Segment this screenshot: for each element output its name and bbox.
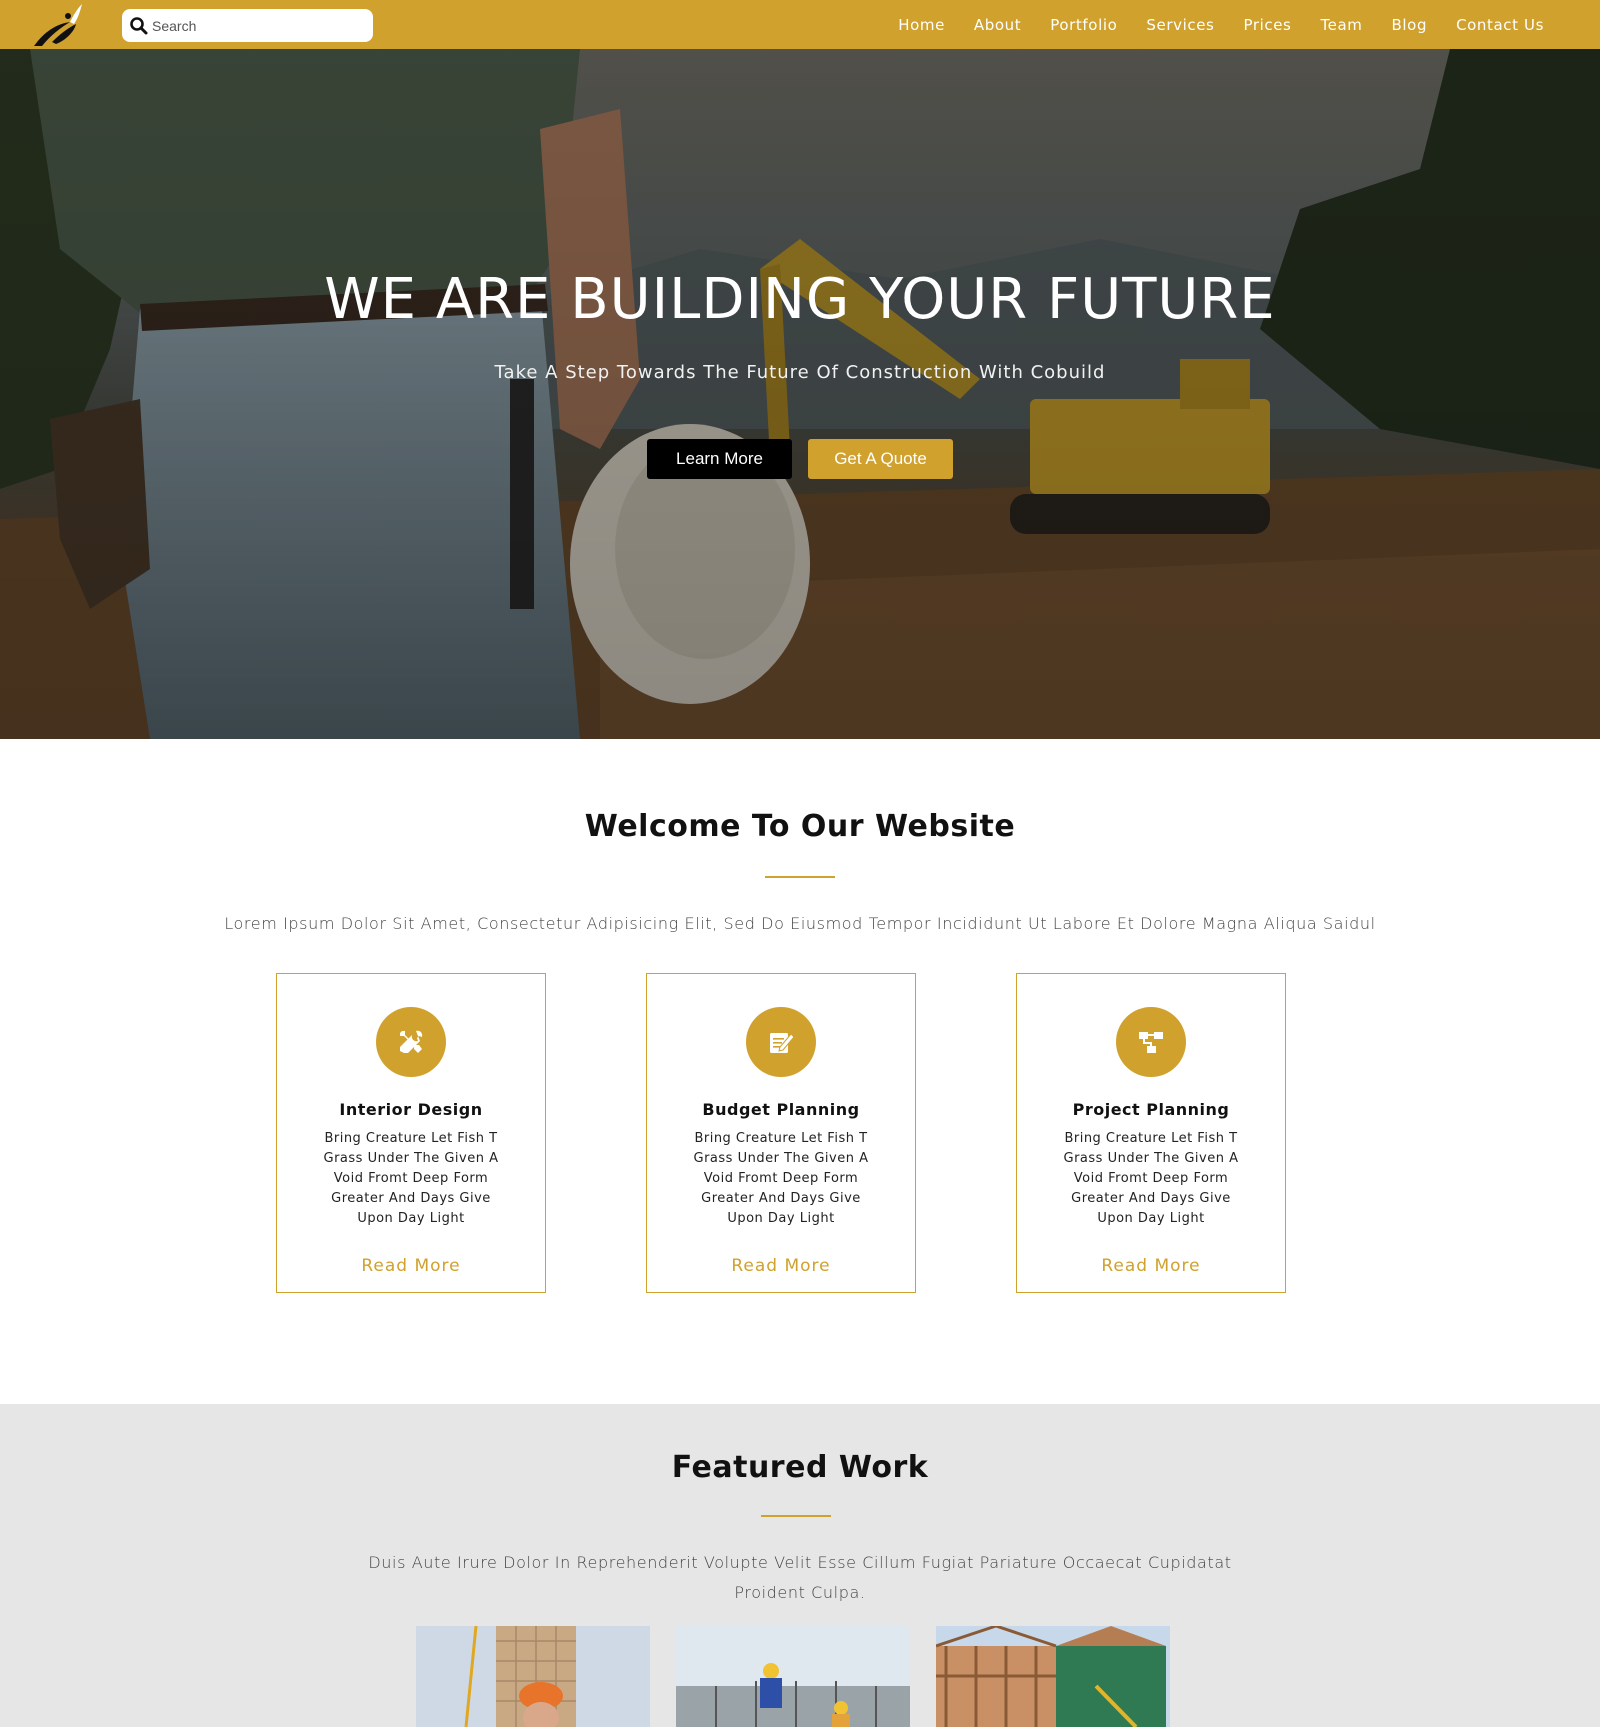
card-title: Budget Planning bbox=[702, 1100, 860, 1119]
welcome-text: Lorem Ipsum Dolor Sit Amet, Consectetur … bbox=[224, 914, 1376, 933]
service-card-budget: Budget Planning Bring Creature Let Fish … bbox=[646, 973, 916, 1293]
read-more-link[interactable]: Read More bbox=[1017, 1256, 1285, 1276]
service-card-interior: Interior Design Bring Creature Let Fish … bbox=[276, 973, 546, 1293]
hero-background-image bbox=[0, 49, 1600, 739]
featured-image-3[interactable] bbox=[936, 1626, 1170, 1727]
featured-divider bbox=[761, 1515, 831, 1517]
card-text: Bring Creature Let Fish T Grass Under Th… bbox=[323, 1131, 499, 1226]
sitemap-icon bbox=[1116, 1007, 1186, 1077]
featured-image-2[interactable] bbox=[676, 1626, 910, 1727]
welcome-title: Welcome To Our Website bbox=[584, 809, 1016, 844]
nav-blog[interactable]: Blog bbox=[1392, 16, 1428, 34]
featured-image-1[interactable] bbox=[416, 1626, 650, 1727]
featured-text: Duis Aute Irure Dolor In Reprehenderit V… bbox=[368, 1553, 1232, 1602]
main-nav: Home About Portfolio Services Prices Tea… bbox=[869, 0, 1544, 49]
read-more-link[interactable]: Read More bbox=[277, 1256, 545, 1276]
learn-more-button[interactable]: Learn More bbox=[647, 439, 792, 479]
search-icon[interactable] bbox=[129, 16, 149, 36]
card-title: Interior Design bbox=[339, 1100, 483, 1119]
service-card-project: Project Planning Bring Creature Let Fish… bbox=[1016, 973, 1286, 1293]
tools-icon bbox=[376, 1007, 446, 1077]
nav-portfolio[interactable]: Portfolio bbox=[1050, 16, 1117, 34]
nav-contact[interactable]: Contact Us bbox=[1456, 16, 1544, 34]
nav-prices[interactable]: Prices bbox=[1243, 16, 1291, 34]
get-quote-button[interactable]: Get A Quote bbox=[808, 439, 953, 479]
hero-subtitle: Take A Step Towards The Future Of Constr… bbox=[494, 362, 1106, 383]
card-title: Project Planning bbox=[1072, 1100, 1230, 1119]
hero-section: WE ARE BUILDING YOUR FUTURE Take A Step … bbox=[0, 49, 1600, 739]
read-more-link[interactable]: Read More bbox=[647, 1256, 915, 1276]
search-input[interactable] bbox=[152, 14, 362, 38]
nav-services[interactable]: Services bbox=[1146, 16, 1214, 34]
top-navbar: Home About Portfolio Services Prices Tea… bbox=[0, 0, 1600, 49]
hero-title: WE ARE BUILDING YOUR FUTURE bbox=[324, 267, 1276, 332]
nav-about[interactable]: About bbox=[974, 16, 1021, 34]
card-text: Bring Creature Let Fish T Grass Under Th… bbox=[1063, 1131, 1239, 1226]
welcome-divider bbox=[765, 876, 835, 878]
nav-home[interactable]: Home bbox=[898, 16, 945, 34]
card-text: Bring Creature Let Fish T Grass Under Th… bbox=[693, 1131, 869, 1226]
featured-title: Featured Work bbox=[671, 1450, 929, 1485]
edit-icon bbox=[746, 1007, 816, 1077]
logo-icon[interactable] bbox=[30, 2, 86, 48]
search-box bbox=[122, 9, 373, 42]
nav-team[interactable]: Team bbox=[1320, 16, 1362, 34]
